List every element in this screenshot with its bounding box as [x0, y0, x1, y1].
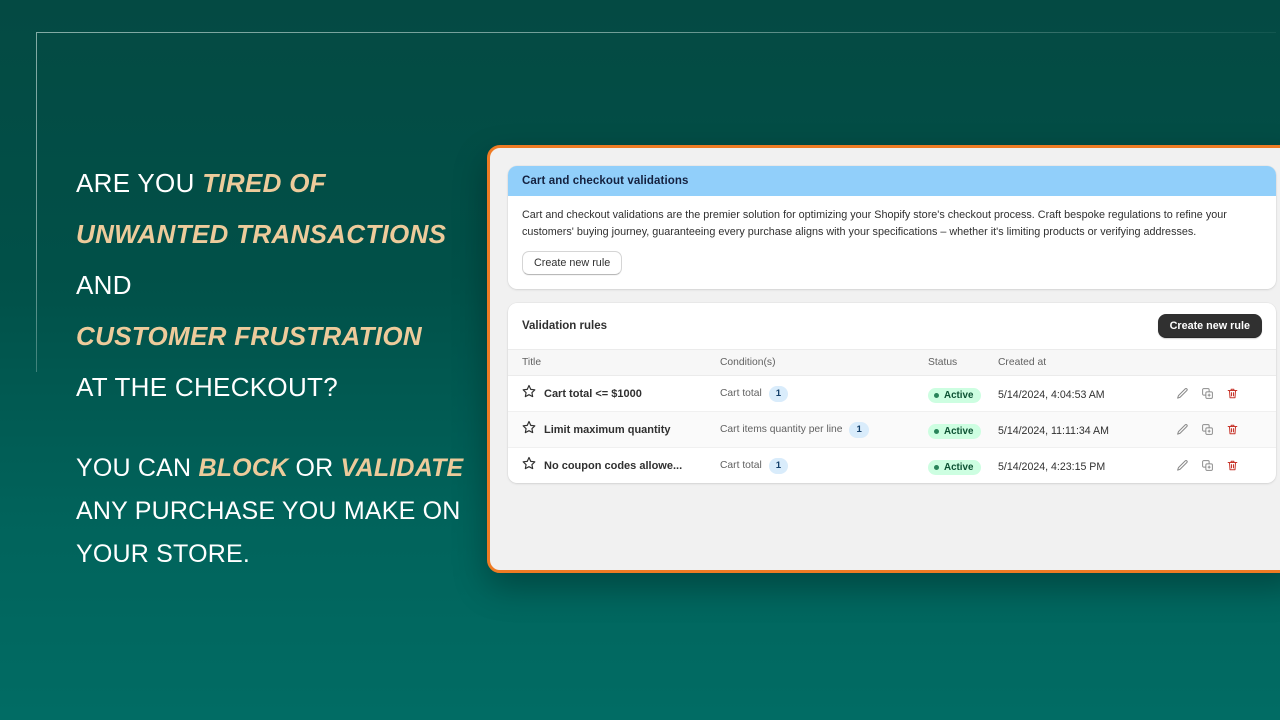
- status-dot-icon: [934, 464, 939, 470]
- cell-actions: [1176, 376, 1276, 412]
- star-icon[interactable]: [522, 384, 536, 403]
- rule-title[interactable]: Limit maximum quantity: [544, 424, 671, 436]
- headline-emphasis-1: TIRED OF: [202, 168, 326, 198]
- validation-rules-table: Title Condition(s) Status Created at Car…: [508, 349, 1276, 483]
- column-header-title: Title: [508, 349, 720, 376]
- create-new-rule-button[interactable]: Create new rule: [1157, 314, 1262, 338]
- headline-emphasis-3: CUSTOMER FRUSTRATION: [76, 321, 422, 351]
- status-badge: Active: [928, 423, 982, 439]
- status-dot-icon: [934, 428, 939, 434]
- column-header-status: Status: [928, 349, 998, 376]
- table-body: Cart total <= $1000 Cart total 1 Active 5/14…: [508, 376, 1276, 484]
- created-at-value: 5/14/2024, 4:04:53 AM: [998, 388, 1105, 401]
- rule-title[interactable]: Cart total <= $1000: [544, 388, 642, 400]
- cell-status: Active: [928, 448, 998, 484]
- condition-label: Cart total: [720, 460, 762, 471]
- status-dot-icon: [934, 392, 939, 398]
- column-header-conditions: Condition(s): [720, 349, 928, 376]
- rule-title[interactable]: No coupon codes allowe...: [544, 460, 682, 472]
- status-label: Active: [944, 389, 974, 401]
- banner-description: Cart and checkout validations are the pr…: [522, 209, 1227, 238]
- status-badge: Active: [928, 387, 982, 403]
- condition-count-badge: 1: [768, 457, 789, 474]
- edit-icon[interactable]: [1176, 387, 1189, 400]
- headline-text-1: ARE YOU: [76, 168, 203, 198]
- banner-body: Cart and checkout validations are the pr…: [508, 196, 1276, 289]
- table-header-row: Title Condition(s) Status Created at: [508, 349, 1276, 376]
- status-badge: Active: [928, 459, 982, 475]
- table-row[interactable]: No coupon codes allowe... Cart total 1 Acti…: [508, 448, 1276, 484]
- table-row[interactable]: Limit maximum quantity Cart items quantit…: [508, 411, 1276, 448]
- headline-text-2: AND: [76, 270, 132, 300]
- cell-created-at: 5/14/2024, 4:04:53 AM: [998, 376, 1176, 412]
- cell-title: Limit maximum quantity: [508, 412, 720, 448]
- subheadline-emphasis-block: BLOCK: [198, 454, 289, 482]
- edit-icon[interactable]: [1176, 423, 1189, 436]
- app-viewport: Cart and checkout validations Cart and c…: [490, 148, 1280, 570]
- headline-emphasis-2: UNWANTED TRANSACTIONS: [76, 219, 447, 249]
- delete-icon[interactable]: [1226, 387, 1239, 400]
- star-icon[interactable]: [522, 456, 536, 475]
- condition-label: Cart items quantity per line: [720, 424, 843, 435]
- subheadline-text-3: ANY PURCHASE YOU MAKE ON YOUR STORE.: [76, 497, 461, 568]
- duplicate-icon[interactable]: [1201, 423, 1214, 436]
- app-window: Cart and checkout validations Cart and c…: [487, 145, 1280, 573]
- delete-icon[interactable]: [1226, 459, 1239, 472]
- column-header-actions: [1176, 349, 1276, 376]
- table-row[interactable]: Cart total <= $1000 Cart total 1 Active 5/14…: [508, 376, 1276, 412]
- edit-icon[interactable]: [1176, 459, 1189, 472]
- column-header-created-at: Created at: [998, 349, 1176, 376]
- subheadline-text-1: YOU CAN: [76, 454, 199, 482]
- subheadline: YOU CAN BLOCK OR VALIDATE ANY PURCHASE Y…: [76, 447, 476, 576]
- cell-conditions: Cart total 1: [720, 376, 928, 412]
- cell-created-at: 5/14/2024, 11:11:34 AM: [998, 412, 1176, 448]
- created-at-value: 5/14/2024, 4:23:15 PM: [998, 460, 1106, 473]
- status-label: Active: [944, 461, 974, 473]
- created-at-value: 5/14/2024, 11:11:34 AM: [998, 424, 1109, 437]
- cell-status: Active: [928, 376, 998, 412]
- condition-label: Cart total: [720, 388, 762, 399]
- marketing-copy: ARE YOU TIRED OF UNWANTED TRANSACTIONS A…: [76, 158, 476, 576]
- cell-title: No coupon codes allowe...: [508, 448, 720, 484]
- headline: ARE YOU TIRED OF UNWANTED TRANSACTIONS A…: [76, 158, 476, 413]
- condition-count-badge: 1: [768, 385, 789, 402]
- cell-status: Active: [928, 412, 998, 448]
- table-header: Title Condition(s) Status Created at: [508, 349, 1276, 376]
- status-label: Active: [944, 425, 974, 437]
- duplicate-icon[interactable]: [1201, 387, 1214, 400]
- duplicate-icon[interactable]: [1201, 459, 1214, 472]
- cell-conditions: Cart total 1: [720, 448, 928, 484]
- headline-text-3: AT THE CHECKOUT?: [76, 372, 338, 402]
- star-icon[interactable]: [522, 420, 536, 439]
- cell-created-at: 5/14/2024, 4:23:15 PM: [998, 448, 1176, 484]
- cell-title: Cart total <= $1000: [508, 376, 720, 412]
- cell-actions: [1176, 448, 1276, 484]
- cell-actions: [1176, 412, 1276, 448]
- banner-create-new-rule-button[interactable]: Create new rule: [522, 251, 623, 275]
- banner-title: Cart and checkout validations: [508, 166, 1276, 196]
- condition-count-badge: 1: [849, 421, 869, 438]
- subheadline-text-2: OR: [288, 454, 341, 482]
- delete-icon[interactable]: [1226, 423, 1239, 436]
- validation-rules-title: Validation rules: [522, 320, 607, 332]
- cart-checkout-validations-banner: Cart and checkout validations Cart and c…: [508, 166, 1276, 289]
- cell-conditions: Cart items quantity per line 1: [720, 412, 928, 448]
- validation-rules-card: Validation rules Create new rule Title C…: [508, 303, 1276, 483]
- validation-rules-header: Validation rules Create new rule: [508, 303, 1276, 349]
- subheadline-emphasis-validate: VALIDATE: [340, 454, 464, 482]
